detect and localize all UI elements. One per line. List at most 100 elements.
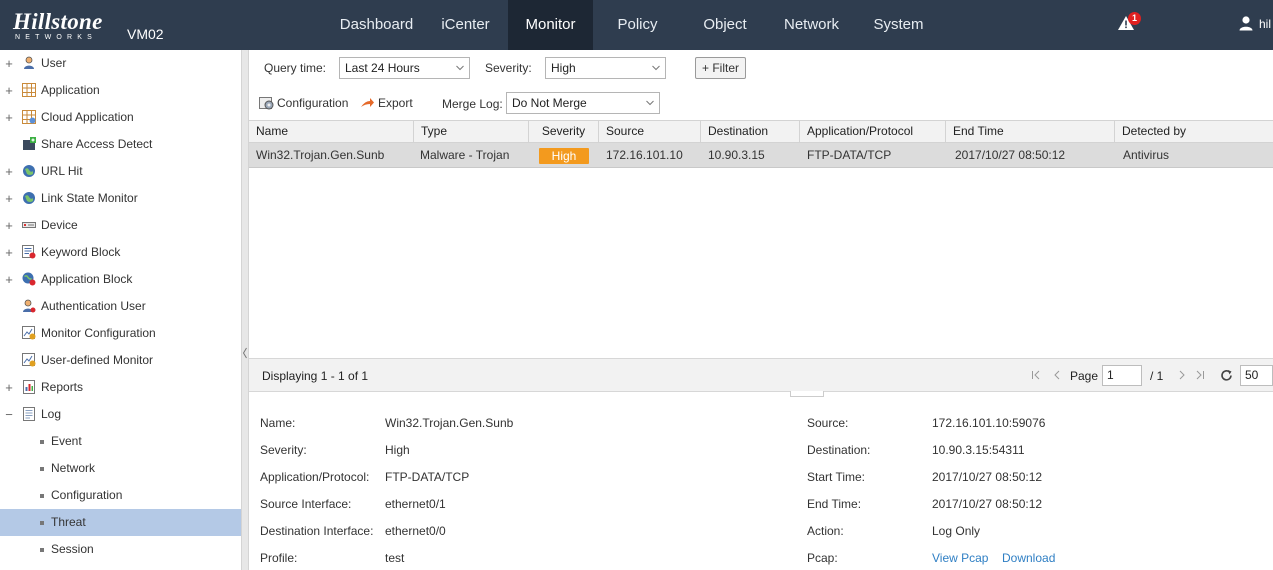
merge-log-select[interactable]: Do Not Merge [506,92,660,114]
last-page-icon[interactable] [1195,370,1205,380]
sidebar-item-log-threat[interactable]: Threat [0,509,241,536]
configuration-label: Configuration [277,96,349,110]
sidebar-item-link-state-monitor[interactable]: + Link State Monitor [0,185,241,212]
sidebar-item-log-session[interactable]: Session [0,536,241,563]
download-pcap-link[interactable]: Download [1002,551,1055,565]
expand-icon[interactable]: + [4,158,14,185]
sidebar-item-label: URL Hit [41,164,83,178]
detail-collapse-tab[interactable] [790,391,824,397]
sidebar-item-log[interactable]: − Log [0,401,241,428]
column-header-destination[interactable]: Destination [701,121,800,143]
expand-icon[interactable]: + [4,239,14,266]
sidebar-item-keyword-block[interactable]: + Keyword Block [0,239,241,266]
expand-icon[interactable]: + [4,77,14,104]
sidebar-item-label: Keyword Block [41,245,121,259]
expand-icon[interactable]: + [4,104,14,131]
monitor-config-icon [22,353,36,367]
sidebar-item-label: Threat [51,515,86,529]
sidebar-item-label: Event [51,434,82,448]
sidebar-item-label: Configuration [51,488,123,502]
sidebar-item-log-configuration[interactable]: Configuration [0,482,241,509]
detail-profile-label: Profile: [260,551,298,565]
column-header-application-protocol[interactable]: Application/Protocol [800,121,946,143]
user-icon[interactable] [1238,15,1254,31]
export-button[interactable]: Export [360,94,420,112]
collapse-icon[interactable]: − [4,401,14,428]
sidebar-item-log-network[interactable]: Network [0,455,241,482]
configuration-icon [259,97,274,110]
column-header-type[interactable]: Type [414,121,529,143]
sidebar-item-label: Network [51,461,96,475]
export-arrow-icon [361,98,374,107]
expand-icon[interactable]: + [4,50,14,77]
detail-destination-label: Destination: [807,443,871,457]
severity-select[interactable]: High [545,57,666,79]
column-header-severity[interactable]: Severity [529,121,599,143]
sidebar-item-device[interactable]: + Device [0,212,241,239]
column-header-end-time[interactable]: End Time [946,121,1115,143]
refresh-icon[interactable] [1220,369,1233,382]
merge-log-label: Merge Log: [442,97,503,111]
nav-network[interactable]: Network [768,0,855,50]
page-label: Page [1070,369,1099,383]
table-row[interactable]: Win32.Trojan.Gen.Sunb Malware - Trojan 1… [249,143,1273,168]
sidebar-item-cloud-application[interactable]: + Cloud Application [0,104,241,131]
column-header-source[interactable]: Source [599,121,701,143]
severity-value: High [551,61,576,75]
column-header-name[interactable]: Name [249,121,414,143]
expand-icon[interactable]: + [4,266,14,293]
main-panel: Query time: Last 24 Hours Severity: High… [249,50,1273,570]
sidebar-item-label: Application Block [41,272,133,286]
user-icon [24,56,34,69]
sidebar-item-url-hit[interactable]: + URL Hit [0,158,241,185]
globe-icon [23,192,35,204]
expand-icon[interactable]: + [4,185,14,212]
query-time-select[interactable]: Last 24 Hours [339,57,470,79]
add-filter-button[interactable]: + Filter [695,57,746,79]
device-icon [22,222,36,228]
monitor-config-icon [22,326,36,340]
user-name[interactable]: hil [1259,17,1271,31]
nav-object[interactable]: Object [682,0,768,50]
page-size-input[interactable]: 50 [1240,365,1273,386]
detail-profile-value: test [385,551,405,565]
sidebar-item-authentication-user[interactable]: Authentication User [0,293,241,320]
configuration-button[interactable]: Configuration [259,94,354,112]
first-page-icon[interactable] [1031,370,1041,380]
sidebar-item-log-event[interactable]: Event [0,428,241,455]
sidebar-item-user[interactable]: + User [0,50,241,77]
globe-block-icon [22,272,36,286]
sidebar-item-label: Session [51,542,94,556]
chevron-down-icon [456,65,464,71]
nav-policy[interactable]: Policy [593,0,682,50]
expand-icon[interactable]: + [4,374,14,401]
page-number-input[interactable]: 1 [1102,365,1142,386]
previous-page-icon[interactable] [1052,370,1062,380]
nav-system[interactable]: System [855,0,942,50]
query-time-label: Query time: [264,61,327,75]
view-pcap-link[interactable]: View Pcap [932,551,988,565]
collapse-sidebar-arrow-icon[interactable] [243,340,247,366]
detail-name-label: Name: [260,416,296,430]
sidebar-splitter[interactable] [241,50,249,570]
nav-monitor[interactable]: Monitor [508,0,593,50]
cell-detected-by: Antivirus [1123,148,1170,162]
sidebar-item-label: Monitor Configuration [41,326,156,340]
sidebar-item-reports[interactable]: + Reports [0,374,241,401]
sidebar-item-user-defined-monitor[interactable]: User-defined Monitor [0,347,241,374]
sidebar-item-application[interactable]: + Application [0,77,241,104]
sidebar-item-application-block[interactable]: + Application Block [0,266,241,293]
grid-header: Name Type Severity Source Destination Ap… [249,120,1273,143]
nav-icenter[interactable]: iCenter [423,0,508,50]
nav-dashboard[interactable]: Dashboard [330,0,423,50]
sidebar-item-monitor-configuration[interactable]: Monitor Configuration [0,320,241,347]
share-access-icon [23,137,36,150]
detail-end-time-value: 2017/10/27 08:50:12 [932,497,1043,511]
next-page-icon[interactable] [1177,370,1187,380]
column-header-detected-by[interactable]: Detected by [1115,121,1273,143]
sidebar-item-share-access-detect[interactable]: Share Access Detect [0,131,241,158]
detail-name-value: Win32.Trojan.Gen.Sunb [385,416,514,430]
expand-icon[interactable]: + [4,212,14,239]
sidebar-item-label: Device [41,218,78,232]
sidebar-item-label: User-defined Monitor [41,353,154,367]
